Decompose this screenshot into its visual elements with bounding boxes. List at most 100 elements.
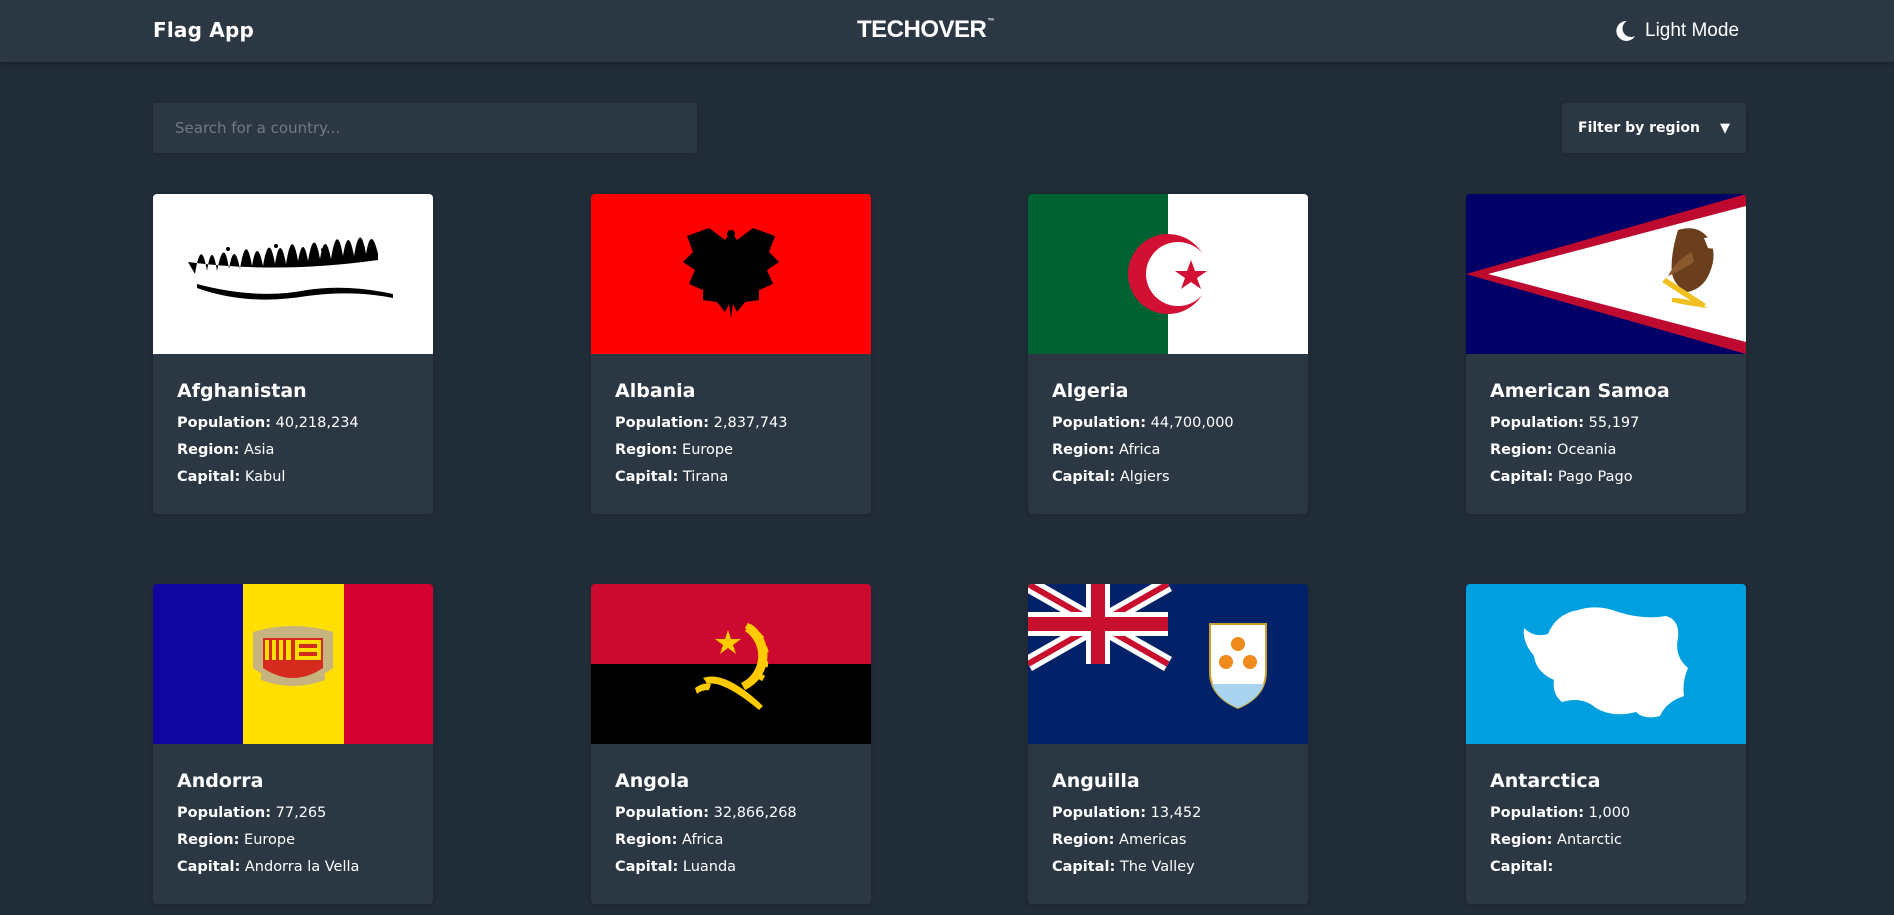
anguilla-flag-image	[1028, 584, 1308, 744]
region-line: Region: Africa	[615, 827, 847, 854]
capital-line: Capital: Tirana	[615, 464, 847, 491]
country-name: Algeria	[1052, 380, 1129, 402]
region-line: Region: Asia	[177, 437, 409, 464]
capital-line: Capital: Algiers	[1052, 464, 1284, 491]
region-value: Americas	[1119, 832, 1187, 848]
country-name: Angola	[615, 770, 690, 792]
region-line: Region: Africa	[1052, 437, 1284, 464]
population-value: 77,265	[275, 805, 327, 821]
population-value: 44,700,000	[1150, 415, 1234, 431]
population-label: Population:	[615, 415, 710, 431]
capital-label: Capital:	[177, 859, 241, 875]
theme-toggle-button[interactable]: Light Mode	[1616, 17, 1739, 45]
region-line: Region: Europe	[615, 437, 847, 464]
capital-label: Capital:	[615, 859, 679, 875]
capital-line: Capital: Luanda	[615, 854, 847, 881]
region-line: Region: Oceania	[1490, 437, 1722, 464]
capital-line: Capital: Andorra la Vella	[177, 854, 409, 881]
region-label: Region:	[177, 832, 240, 848]
logo-text: TECHOVER	[857, 16, 987, 43]
population-label: Population:	[1052, 415, 1147, 431]
country-name: Albania	[615, 380, 696, 402]
techover-logo: TECHOVER™	[857, 16, 994, 44]
population-line: Population: 55,197	[1490, 410, 1722, 437]
capital-value: Pago Pago	[1557, 469, 1633, 485]
search-input[interactable]	[153, 103, 697, 153]
population-value: 13,452	[1150, 805, 1202, 821]
population-label: Population:	[1490, 805, 1585, 821]
country-name: American Samoa	[1490, 380, 1670, 402]
region-label: Region:	[1052, 832, 1115, 848]
population-value: 55,197	[1588, 415, 1640, 431]
capital-line: Capital: Kabul	[177, 464, 409, 491]
american-samoa-flag-image	[1466, 194, 1746, 354]
capital-value: Andorra la Vella	[244, 859, 360, 875]
capital-value: Luanda	[682, 859, 737, 875]
country-name: Anguilla	[1052, 770, 1140, 792]
capital-line: Capital:	[1490, 854, 1722, 881]
country-name: Andorra	[177, 770, 264, 792]
country-name: Antarctica	[1490, 770, 1601, 792]
population-value: 1,000	[1588, 805, 1631, 821]
population-line: Population: 13,452	[1052, 800, 1284, 827]
population-label: Population:	[177, 805, 272, 821]
region-label: Region:	[1490, 832, 1553, 848]
capital-line: Capital: The Valley	[1052, 854, 1284, 881]
population-line: Population: 2,837,743	[615, 410, 847, 437]
region-value: Oceania	[1557, 442, 1617, 458]
capital-value: The Valley	[1119, 859, 1195, 875]
country-card[interactable]: Antarctica Population: 1,000 Region: Ant…	[1466, 584, 1746, 904]
andorra-flag-image	[153, 584, 433, 744]
population-line: Population: 32,866,268	[615, 800, 847, 827]
population-value: 32,866,268	[713, 805, 797, 821]
capital-value: Algiers	[1119, 469, 1170, 485]
trademark-mark: ™	[987, 18, 994, 25]
population-line: Population: 1,000	[1490, 800, 1722, 827]
country-card[interactable]: Andorra Population: 77,265 Region: Europ…	[153, 584, 433, 904]
country-card[interactable]: American Samoa Population: 55,197 Region…	[1466, 194, 1746, 514]
country-card[interactable]: Anguilla Population: 13,452 Region: Amer…	[1028, 584, 1308, 904]
region-value: Europe	[244, 832, 296, 848]
country-name: Afghanistan	[177, 380, 307, 402]
population-line: Population: 77,265	[177, 800, 409, 827]
population-value: 2,837,743	[713, 415, 788, 431]
population-line: Population: 40,218,234	[177, 410, 409, 437]
caret-down-icon: ▼	[1720, 120, 1730, 136]
population-label: Population:	[1052, 805, 1147, 821]
capital-label: Capital:	[1490, 469, 1554, 485]
capital-label: Capital:	[1052, 469, 1116, 485]
region-value: Asia	[244, 442, 275, 458]
filter-label: Filter by region	[1578, 120, 1700, 136]
region-label: Region:	[1490, 442, 1553, 458]
country-card[interactable]: Albania Population: 2,837,743 Region: Eu…	[591, 194, 871, 514]
region-line: Region: Antarctic	[1490, 827, 1722, 854]
albania-flag-image	[591, 194, 871, 354]
region-value: Africa	[682, 832, 724, 848]
capital-label: Capital:	[1490, 859, 1554, 875]
capital-label: Capital:	[1052, 859, 1116, 875]
capital-line: Capital: Pago Pago	[1490, 464, 1722, 491]
population-value: 40,218,234	[275, 415, 359, 431]
capital-label: Capital:	[177, 469, 241, 485]
top-header: Flag App TECHOVER™ Light Mode	[0, 0, 1894, 62]
antarctica-flag-image	[1466, 584, 1746, 744]
population-label: Population:	[1490, 415, 1585, 431]
theme-toggle-label: Light Mode	[1645, 20, 1740, 41]
region-value: Africa	[1119, 442, 1161, 458]
country-card[interactable]: Afghanistan Population: 40,218,234 Regio…	[153, 194, 433, 514]
region-filter-dropdown[interactable]: Filter by region ▼	[1562, 103, 1746, 153]
algeria-flag-image	[1028, 194, 1308, 354]
capital-label: Capital:	[615, 469, 679, 485]
region-label: Region:	[177, 442, 240, 458]
population-label: Population:	[177, 415, 272, 431]
region-value: Antarctic	[1557, 832, 1623, 848]
moon-icon	[1616, 20, 1636, 42]
population-label: Population:	[615, 805, 710, 821]
country-card[interactable]: Angola Population: 32,866,268 Region: Af…	[591, 584, 871, 904]
region-line: Region: Europe	[177, 827, 409, 854]
region-label: Region:	[615, 832, 678, 848]
region-label: Region:	[615, 442, 678, 458]
country-card[interactable]: Algeria Population: 44,700,000 Region: A…	[1028, 194, 1308, 514]
afghanistan-flag-image	[153, 194, 433, 354]
region-value: Europe	[682, 442, 734, 458]
